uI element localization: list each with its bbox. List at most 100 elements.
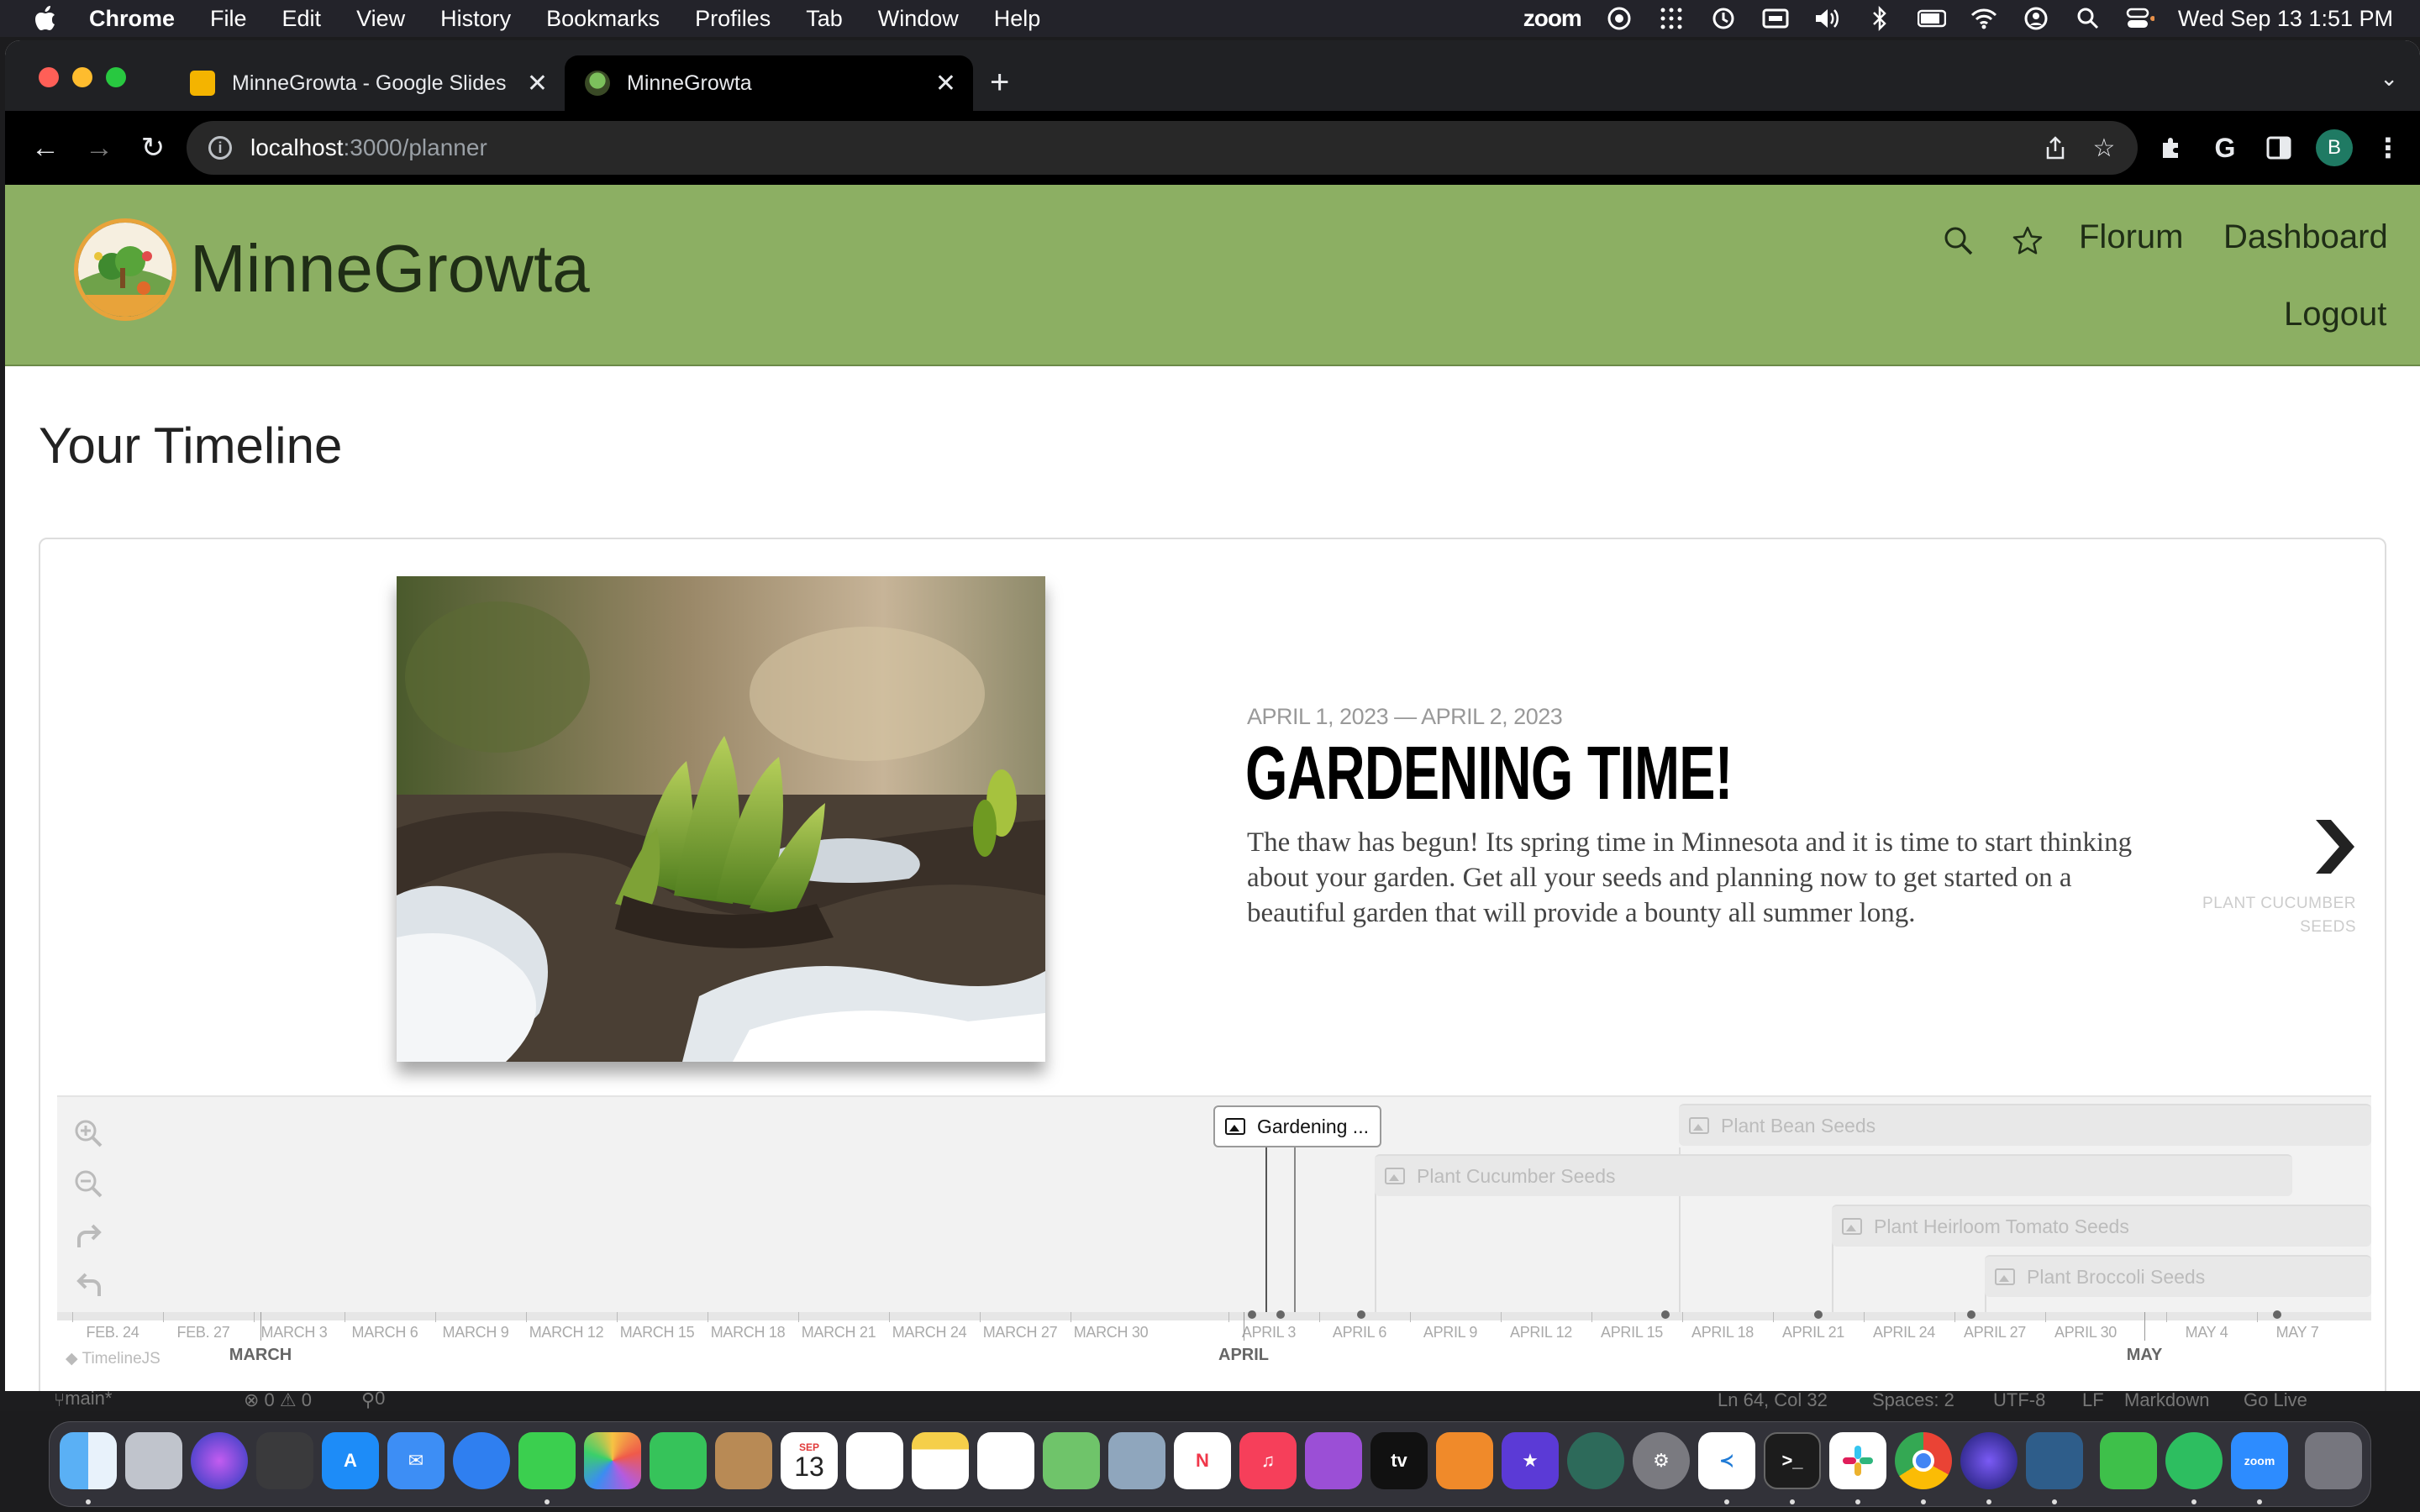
- menu-bookmarks[interactable]: Bookmarks: [546, 6, 660, 32]
- indentation[interactable]: Spaces: 2: [1872, 1391, 1954, 1411]
- language-mode[interactable]: Markdown: [2124, 1391, 2209, 1411]
- time-machine-app-icon[interactable]: [1567, 1432, 1624, 1489]
- books-icon[interactable]: [1436, 1432, 1493, 1489]
- trash-icon[interactable]: [2305, 1432, 2362, 1489]
- news-icon[interactable]: N: [1174, 1432, 1231, 1489]
- messages-icon[interactable]: [518, 1432, 576, 1489]
- bookmark-star-icon[interactable]: ☆: [2091, 134, 2118, 162]
- back-arrow-icon[interactable]: ←: [27, 129, 64, 166]
- share-icon[interactable]: [2042, 134, 2069, 161]
- tab-search-chevron-icon[interactable]: ⌄: [2380, 66, 2398, 92]
- go-live-button[interactable]: Go Live: [2244, 1391, 2307, 1411]
- problems-count[interactable]: ⊗ 0 ⚠ 0: [244, 1391, 312, 1411]
- safari-icon[interactable]: [453, 1432, 510, 1489]
- menu-window[interactable]: Window: [878, 6, 959, 32]
- maps-icon[interactable]: [1043, 1432, 1100, 1489]
- zoom-in-icon[interactable]: [72, 1117, 106, 1151]
- git-branch[interactable]: ⑂ main*: [54, 1391, 112, 1411]
- extensions-puzzle-icon[interactable]: [2153, 129, 2190, 166]
- zoom-menu-icon[interactable]: zoom: [1523, 5, 1582, 32]
- freeform-icon[interactable]: [977, 1432, 1034, 1489]
- site-title[interactable]: MinneGrowta: [190, 230, 590, 307]
- time-machine-icon[interactable]: [1709, 4, 1738, 33]
- nav-logout-link[interactable]: Logout: [2284, 296, 2386, 333]
- timeline-marker-plant-broccoli-seeds[interactable]: Plant Broccoli Seeds: [1985, 1255, 2371, 1297]
- forward-arrow-icon[interactable]: →: [81, 129, 118, 166]
- menu-edit[interactable]: Edit: [282, 6, 322, 32]
- imovie-icon[interactable]: ★: [1502, 1432, 1559, 1489]
- window-minimize-button[interactable]: [72, 67, 92, 87]
- menu-tab[interactable]: Tab: [806, 6, 843, 32]
- contacts-icon[interactable]: [715, 1432, 772, 1489]
- nav-dashboard-link[interactable]: Dashboard: [2223, 218, 2388, 256]
- timeline-marker-plant-cucumber-seeds[interactable]: Plant Cucumber Seeds: [1375, 1154, 2292, 1196]
- reminders-icon[interactable]: [846, 1432, 903, 1489]
- system-settings-icon[interactable]: ⚙: [1633, 1432, 1690, 1489]
- zoom-out-icon[interactable]: [72, 1168, 106, 1201]
- minnegrowta-logo[interactable]: [74, 218, 176, 321]
- menu-help[interactable]: Help: [994, 6, 1041, 32]
- redo-arrow-icon[interactable]: [72, 1220, 106, 1253]
- next-slide-chevron-icon[interactable]: [2309, 816, 2360, 877]
- bluetooth-icon[interactable]: [1865, 4, 1894, 33]
- url-text[interactable]: localhost:3000/planner: [250, 134, 487, 161]
- wifi-icon[interactable]: [1970, 4, 1998, 33]
- spotlight-search-icon[interactable]: [2074, 4, 2102, 33]
- apple-tv-icon[interactable]: tv: [1370, 1432, 1428, 1489]
- menu-history[interactable]: History: [440, 6, 511, 32]
- favorites-star-icon[interactable]: [2010, 223, 2045, 259]
- volume-icon[interactable]: [1813, 4, 1842, 33]
- cursor-position[interactable]: Ln 64, Col 32: [1718, 1391, 1828, 1411]
- calendar-icon[interactable]: SEP 13: [781, 1432, 838, 1489]
- app-menu-chrome[interactable]: Chrome: [89, 6, 175, 32]
- profile-avatar[interactable]: B: [2316, 129, 2353, 166]
- launchpad-icon[interactable]: [125, 1432, 182, 1489]
- facetime-icon[interactable]: [650, 1432, 707, 1489]
- timeline-marker-plant-bean-seeds[interactable]: Plant Bean Seeds: [1679, 1104, 2371, 1146]
- menu-view[interactable]: View: [356, 6, 405, 32]
- mysql-workbench-icon[interactable]: [2026, 1432, 2083, 1489]
- notes-icon[interactable]: [912, 1432, 969, 1489]
- ports-count[interactable]: ⚲ 0: [361, 1391, 385, 1411]
- apple-menu-icon[interactable]: [30, 3, 60, 34]
- photos-icon[interactable]: [584, 1432, 641, 1489]
- line-ending[interactable]: LF: [2082, 1391, 2104, 1411]
- finder-icon[interactable]: [60, 1432, 117, 1489]
- timeline-marker-gardening-time[interactable]: Gardening ...: [1213, 1105, 1381, 1147]
- menu-profiles[interactable]: Profiles: [695, 6, 771, 32]
- window-zoom-button[interactable]: [106, 67, 126, 87]
- slack-icon[interactable]: [1829, 1432, 1886, 1489]
- new-tab-plus-icon[interactable]: +: [990, 66, 1009, 99]
- browser-app-icon[interactable]: [1960, 1432, 2018, 1489]
- app-store-icon[interactable]: A: [322, 1432, 379, 1489]
- tab-close-icon[interactable]: ✕: [935, 69, 956, 98]
- zoom-app-icon[interactable]: zoom: [2231, 1432, 2288, 1489]
- timeline-marker-plant-heirloom-tomato-seeds[interactable]: Plant Heirloom Tomato Seeds: [1832, 1205, 2371, 1247]
- back-to-start-arrow-icon[interactable]: [72, 1268, 106, 1302]
- screen-record-icon[interactable]: [1605, 4, 1634, 33]
- mail-icon[interactable]: ✉: [387, 1432, 445, 1489]
- side-panel-icon[interactable]: [2260, 129, 2297, 166]
- menu-file[interactable]: File: [210, 6, 247, 32]
- tab-google-slides[interactable]: MinneGrowta - Google Slides ✕: [170, 55, 565, 111]
- input-source-icon[interactable]: [1761, 4, 1790, 33]
- timeline-navigator[interactable]: Gardening ... Plant Bean Seeds Plant Cuc…: [57, 1095, 2371, 1401]
- site-info-icon[interactable]: i: [208, 136, 232, 160]
- nav-florum-link[interactable]: Florum: [2079, 218, 2183, 256]
- chrome-icon[interactable]: [1895, 1432, 1952, 1489]
- user-account-icon[interactable]: [2022, 4, 2050, 33]
- mission-control-icon[interactable]: [256, 1432, 313, 1489]
- numbers-icon[interactable]: [2100, 1432, 2157, 1489]
- menu-bar-clock[interactable]: Wed Sep 13 1:51 PM: [2178, 6, 2393, 32]
- reload-icon[interactable]: ↻: [134, 129, 171, 166]
- chrome-menu-kebab-icon[interactable]: ⋮: [2370, 129, 2407, 166]
- google-extension-icon[interactable]: G: [2207, 129, 2244, 166]
- window-close-button[interactable]: [39, 67, 59, 87]
- podcasts-icon[interactable]: [1305, 1432, 1362, 1489]
- encoding[interactable]: UTF-8: [1993, 1391, 2045, 1411]
- next-slide-label[interactable]: PLANT CUCUMBER SEEDS: [2191, 892, 2356, 939]
- music-icon[interactable]: ♫: [1239, 1432, 1297, 1489]
- terminal-icon[interactable]: >_: [1764, 1432, 1821, 1489]
- tab-minnegrowta[interactable]: MinneGrowta ✕: [565, 55, 973, 111]
- battery-icon[interactable]: [1917, 4, 1946, 33]
